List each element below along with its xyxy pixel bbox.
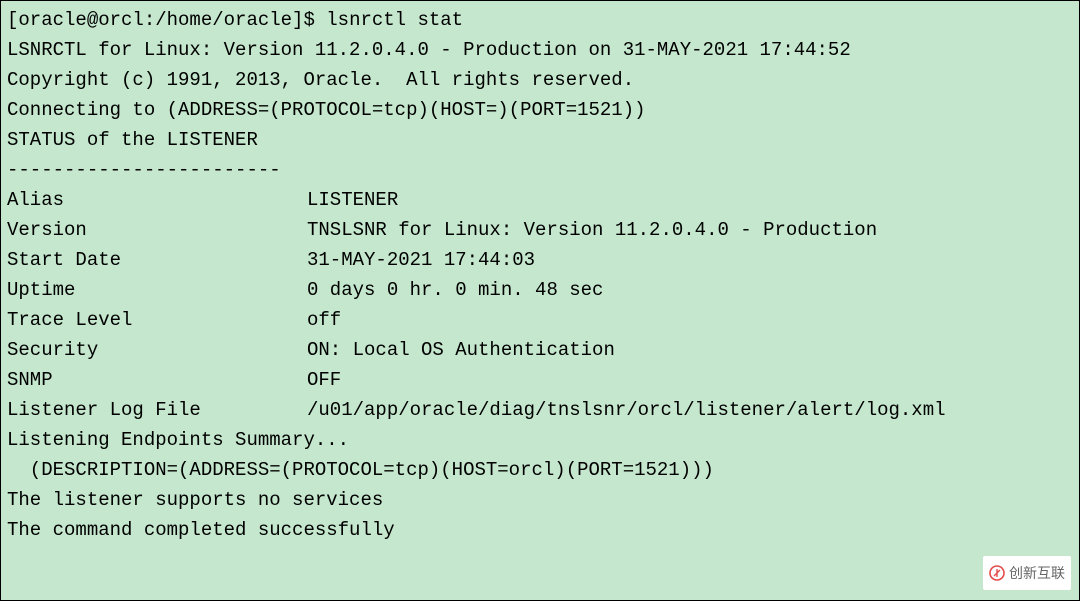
field-alias: AliasLISTENER <box>7 185 1073 215</box>
field-label: Trace Level <box>7 305 307 335</box>
endpoints-header: Listening Endpoints Summary... <box>7 425 1073 455</box>
connecting-line: Connecting to (ADDRESS=(PROTOCOL=tcp)(HO… <box>7 95 1073 125</box>
logo-icon <box>989 565 1005 581</box>
terminal-output: [oracle@orcl:/home/oracle]$ lsnrctl stat… <box>7 5 1073 545</box>
field-label: SNMP <box>7 365 307 395</box>
field-label: Alias <box>7 185 307 215</box>
field-value: off <box>307 309 341 331</box>
field-label: Start Date <box>7 245 307 275</box>
field-value: TNSLSNR for Linux: Version 11.2.0.4.0 - … <box>307 219 877 241</box>
field-version: VersionTNSLSNR for Linux: Version 11.2.0… <box>7 215 1073 245</box>
field-value: OFF <box>307 369 341 391</box>
field-label: Listener Log File <box>7 395 307 425</box>
field-start-date: Start Date31-MAY-2021 17:44:03 <box>7 245 1073 275</box>
field-security: SecurityON: Local OS Authentication <box>7 335 1073 365</box>
field-label: Version <box>7 215 307 245</box>
endpoints-description: (DESCRIPTION=(ADDRESS=(PROTOCOL=tcp)(HOS… <box>7 455 1073 485</box>
banner-line: LSNRCTL for Linux: Version 11.2.0.4.0 - … <box>7 35 1073 65</box>
field-value: ON: Local OS Authentication <box>307 339 615 361</box>
field-snmp: SNMPOFF <box>7 365 1073 395</box>
field-value: 0 days 0 hr. 0 min. 48 sec <box>307 279 603 301</box>
field-value: /u01/app/oracle/diag/tnslsnr/orcl/listen… <box>307 399 946 421</box>
command-line[interactable]: [oracle@orcl:/home/oracle]$ lsnrctl stat <box>7 5 1073 35</box>
field-label: Security <box>7 335 307 365</box>
field-value: LISTENER <box>307 189 398 211</box>
copyright-line: Copyright (c) 1991, 2013, Oracle. All ri… <box>7 65 1073 95</box>
completed-line: The command completed successfully <box>7 515 1073 545</box>
field-trace-level: Trace Leveloff <box>7 305 1073 335</box>
command-input[interactable]: lsnrctl stat <box>326 9 463 31</box>
field-label: Uptime <box>7 275 307 305</box>
field-log-file: Listener Log File/u01/app/oracle/diag/tn… <box>7 395 1073 425</box>
status-header: STATUS of the LISTENER <box>7 125 1073 155</box>
watermark-logo: 创新互联 <box>983 556 1071 590</box>
shell-prompt: [oracle@orcl:/home/oracle]$ <box>7 9 326 31</box>
watermark-text: 创新互联 <box>1009 558 1065 588</box>
no-services-line: The listener supports no services <box>7 485 1073 515</box>
field-uptime: Uptime0 days 0 hr. 0 min. 48 sec <box>7 275 1073 305</box>
field-value: 31-MAY-2021 17:44:03 <box>307 249 535 271</box>
divider-line: ------------------------ <box>7 155 1073 185</box>
